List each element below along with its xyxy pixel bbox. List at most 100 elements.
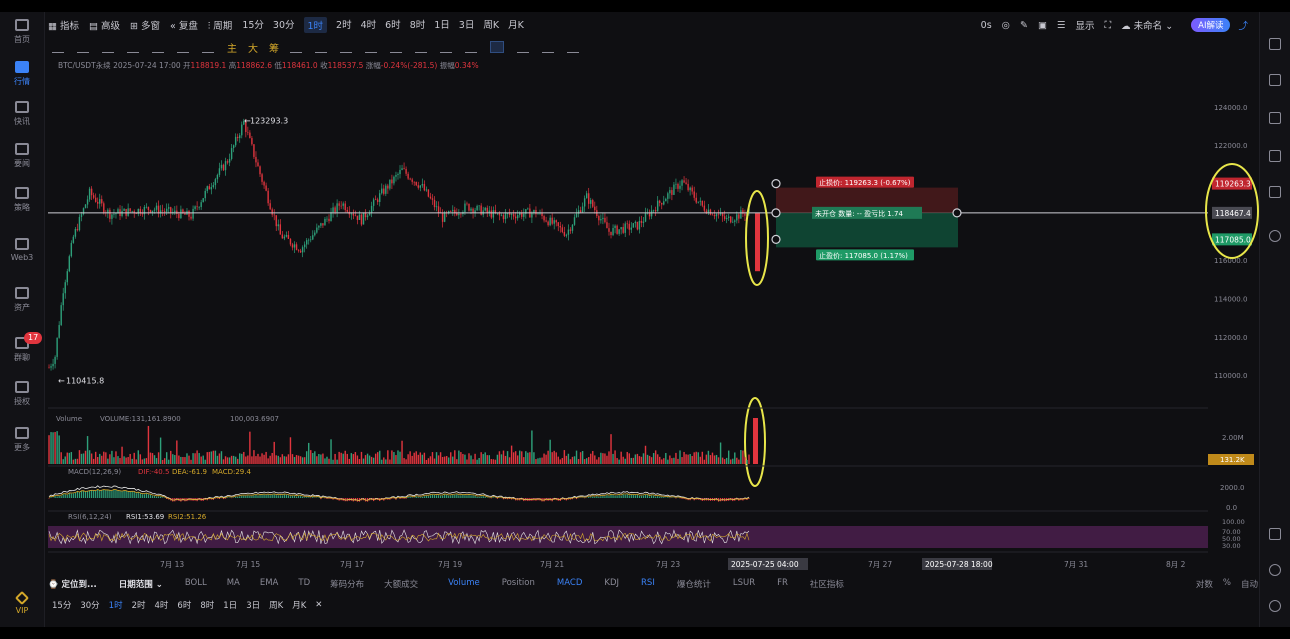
sub-indicator-4[interactable]: RSI <box>641 578 655 590</box>
bottom-interval-5[interactable]: 6时 <box>177 599 191 611</box>
candle-body <box>285 234 288 237</box>
volume-bar <box>468 453 470 464</box>
volume-bar <box>60 452 62 464</box>
macd-bar <box>287 495 290 498</box>
sub-indicator-8[interactable]: 社区指标 <box>810 578 844 590</box>
bottom-interval-4[interactable]: 4时 <box>155 599 169 611</box>
sub-indicator-6[interactable]: LSUR <box>733 578 755 590</box>
volume-bar <box>117 456 119 464</box>
trades-icon[interactable] <box>1269 74 1281 86</box>
candle-body <box>78 216 81 231</box>
headset-icon[interactable] <box>1269 564 1281 576</box>
candle-body <box>271 209 273 215</box>
candle-body <box>569 229 572 231</box>
macd-bar <box>123 490 125 498</box>
date-range-dropdown[interactable]: 日期范围 ⌄ <box>119 578 163 590</box>
candle-body <box>642 221 645 223</box>
candle-body <box>587 193 590 204</box>
volume-bar <box>178 455 180 464</box>
volume-bar <box>210 451 213 464</box>
macd-bar <box>636 494 639 498</box>
drag-handle[interactable] <box>771 178 781 189</box>
candle-body <box>612 228 614 236</box>
candle-body <box>431 198 434 200</box>
volume-current-label: 131.2K <box>1220 456 1245 464</box>
volume-bar <box>368 455 371 464</box>
volume-bar <box>153 455 156 464</box>
volume-bar <box>267 458 269 464</box>
candle-body <box>480 205 482 215</box>
main-indicator-3[interactable]: TD <box>298 578 310 590</box>
macd-bar <box>56 496 58 498</box>
order-book-icon[interactable] <box>1269 38 1281 50</box>
bottom-interval-0[interactable]: 15分 <box>52 599 71 611</box>
volume-bar <box>602 453 604 464</box>
drag-handle[interactable] <box>952 208 962 218</box>
drag-handle[interactable] <box>771 234 781 244</box>
candle-body <box>99 199 101 204</box>
percent-scale-toggle[interactable]: % <box>1223 578 1231 590</box>
data-icon[interactable] <box>1269 150 1281 162</box>
x-tick-label: 7月 15 <box>236 560 260 569</box>
volume-bar <box>537 458 539 464</box>
volume-bar <box>174 455 176 464</box>
main-indicator-1[interactable]: MA <box>227 578 240 590</box>
auto-scale-toggle[interactable]: 自动 <box>1241 578 1258 590</box>
candle-body <box>620 227 622 230</box>
candle-body <box>52 363 54 367</box>
close-icon[interactable]: ✕ <box>315 600 322 610</box>
volume-bar <box>360 451 363 464</box>
y-tick-label: 112000.0 <box>1214 334 1247 342</box>
macd-bar <box>261 495 263 498</box>
sub-indicator-0[interactable]: Volume <box>448 578 480 590</box>
volume-bar <box>269 455 271 464</box>
bottom-interval-2[interactable]: 1时 <box>109 599 123 611</box>
candle-body <box>521 212 523 217</box>
volume-bar <box>636 453 639 464</box>
macd-bar <box>78 492 81 498</box>
drag-handle[interactable] <box>771 208 781 218</box>
locate-button[interactable]: ⌚ 定位到... <box>48 578 97 590</box>
depth-icon[interactable] <box>1269 112 1281 124</box>
candle-body <box>257 162 259 167</box>
sub-indicator-5[interactable]: 爆仓统计 <box>677 578 711 590</box>
bottom-interval-1[interactable]: 30分 <box>80 599 99 611</box>
volume-bar <box>427 458 430 464</box>
mascot-icon[interactable] <box>1269 600 1281 612</box>
main-indicator-4[interactable]: 筹码分布 <box>330 578 364 590</box>
sub-indicator-2[interactable]: MACD <box>557 578 582 590</box>
volume-bar <box>165 452 168 464</box>
volume-bar <box>226 457 229 464</box>
rsi1-value: RSI1:53.69 <box>126 513 164 521</box>
panel-icon[interactable] <box>1269 528 1281 540</box>
sub-indicator-3[interactable]: KDJ <box>604 578 619 590</box>
bottom-interval-3[interactable]: 2时 <box>132 599 146 611</box>
candle-body <box>478 205 480 207</box>
bottom-interval-6[interactable]: 8时 <box>200 599 214 611</box>
volume-bar <box>220 451 223 464</box>
price-chart[interactable]: 124000.0122000.0120000.0116000.0114000.0… <box>0 12 1260 627</box>
main-indicator-2[interactable]: EMA <box>260 578 279 590</box>
macd-bar <box>159 496 162 498</box>
macd-bar <box>109 490 111 498</box>
main-indicator-5[interactable]: 大额成交 <box>384 578 418 590</box>
volume-bar <box>249 431 251 464</box>
bottom-interval-10[interactable]: 月K <box>292 599 306 611</box>
volume-bar <box>328 458 330 464</box>
macd-bar <box>103 489 105 498</box>
main-indicator-0[interactable]: BOLL <box>185 578 207 590</box>
macd-bar <box>133 491 135 498</box>
log-scale-toggle[interactable]: 对数 <box>1196 578 1213 590</box>
bottom-interval-7[interactable]: 1日 <box>223 599 237 611</box>
alert-icon[interactable] <box>1269 230 1281 242</box>
volume-bar <box>397 450 399 464</box>
macd-bar <box>594 497 596 498</box>
sub-indicator-7[interactable]: FR <box>777 578 788 590</box>
bottom-interval-8[interactable]: 3日 <box>246 599 260 611</box>
bottom-interval-9[interactable]: 周K <box>269 599 283 611</box>
volume-bar <box>155 458 158 464</box>
volume-bar <box>101 455 103 464</box>
candle-body <box>277 224 279 227</box>
calculator-icon[interactable] <box>1269 186 1281 198</box>
sub-indicator-1[interactable]: Position <box>502 578 535 590</box>
